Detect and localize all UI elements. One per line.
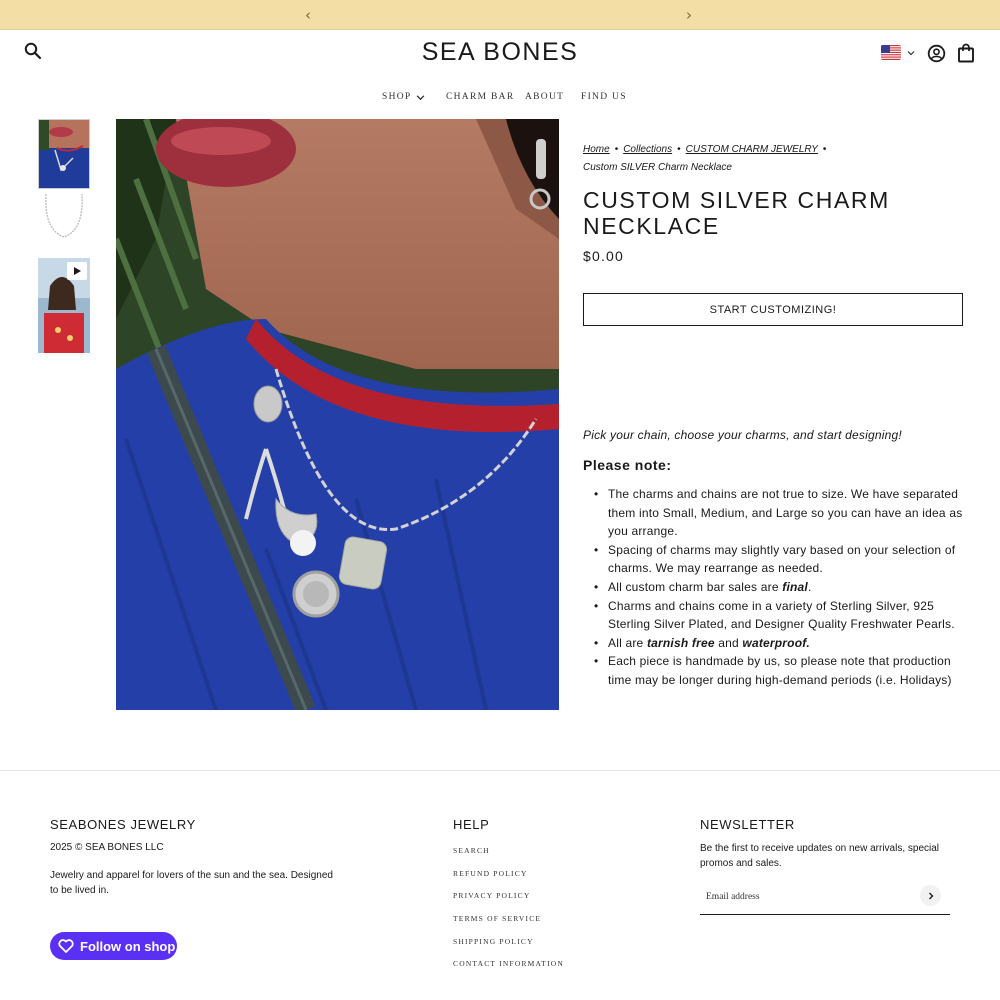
announcement-bar: ‹ › bbox=[0, 0, 1000, 30]
product-thumbnail-2[interactable] bbox=[38, 190, 90, 248]
footer-link-privacy-policy[interactable]: PRIVACY POLICY bbox=[453, 891, 564, 914]
breadcrumb-separator: • bbox=[677, 144, 681, 155]
list-item: The charms and chains are not true to si… bbox=[594, 485, 968, 541]
list-item: Spacing of charms may slightly vary base… bbox=[594, 541, 968, 578]
cart-icon[interactable] bbox=[957, 43, 975, 63]
product-intro: Pick your chain, choose your charms, and… bbox=[583, 428, 902, 442]
breadcrumb-current: Custom SILVER Charm Necklace bbox=[583, 162, 732, 173]
country-selector[interactable] bbox=[881, 45, 915, 60]
note-emphasis: tarnish free bbox=[646, 635, 715, 650]
nav-shop-label: SHOP bbox=[382, 92, 412, 102]
newsletter-description: Be the first to receive updates on new a… bbox=[700, 843, 940, 869]
product-price: $0.00 bbox=[583, 248, 625, 264]
footer-copyright: 2025 © SEA BONES LLC bbox=[50, 842, 164, 853]
footer-link-refund-policy[interactable]: REFUND POLICY bbox=[453, 869, 564, 892]
nav-charm-bar-label: CHARM BAR bbox=[446, 92, 515, 102]
footer-brand-heading: SEABONES JEWELRY bbox=[50, 817, 196, 832]
nav-about[interactable]: ABOUT bbox=[525, 92, 564, 102]
heart-icon bbox=[58, 939, 74, 953]
follow-on-shop-button[interactable]: Follow on shop bbox=[50, 932, 177, 960]
list-item: Charms and chains come in a variety of S… bbox=[594, 597, 968, 634]
footer-divider bbox=[0, 770, 1000, 771]
note-text: Each piece is handmade by us, so please … bbox=[608, 654, 952, 687]
list-item: All are tarnish free and waterproof. bbox=[594, 634, 968, 653]
breadcrumb: Home • Collections • CUSTOM CHARM JEWELRY • C… bbox=[583, 141, 883, 177]
start-customizing-button[interactable]: START CUSTOMIZING! bbox=[583, 293, 963, 326]
note-text: and bbox=[714, 635, 743, 650]
chevron-left-icon[interactable]: ‹ bbox=[305, 6, 311, 24]
footer-link-shipping-policy[interactable]: SHIPPING POLICY bbox=[453, 937, 564, 960]
product-title: CUSTOM SILVER CHARM NECKLACE bbox=[583, 187, 890, 239]
nav-about-label: ABOUT bbox=[525, 92, 565, 102]
note-text: The charms and chains are not true to si… bbox=[608, 487, 963, 539]
breadcrumb-category[interactable]: CUSTOM CHARM JEWELRY bbox=[686, 144, 818, 155]
newsletter-submit-button[interactable] bbox=[920, 885, 941, 906]
breadcrumb-collections[interactable]: Collections bbox=[623, 144, 672, 155]
list-item: All custom charm bar sales are final. bbox=[594, 578, 968, 597]
breadcrumb-home[interactable]: Home bbox=[583, 144, 610, 155]
note-heading: Please note: bbox=[583, 457, 672, 473]
footer-help-links: SEARCH REFUND POLICY PRIVACY POLICY TERM… bbox=[453, 846, 564, 982]
chevron-right-icon[interactable]: › bbox=[686, 6, 692, 24]
logo-text[interactable]: SEA BONES bbox=[422, 38, 579, 66]
footer-about: Jewelry and apparel for lovers of the su… bbox=[50, 870, 333, 896]
email-field[interactable] bbox=[706, 888, 906, 906]
us-flag-icon bbox=[881, 45, 901, 60]
footer-newsletter-heading: NEWSLETTER bbox=[700, 817, 795, 832]
chevron-down-icon bbox=[907, 50, 915, 55]
footer-help-heading: HELP bbox=[453, 817, 490, 832]
note-text: All are bbox=[608, 635, 647, 650]
site-logo: SEA BONES bbox=[0, 38, 1000, 67]
footer-link-contact-information[interactable]: CONTACT INFORMATION bbox=[453, 959, 564, 982]
nav-shop[interactable]: SHOP bbox=[382, 92, 425, 102]
footer-link-terms-of-service[interactable]: TERMS OF SERVICE bbox=[453, 914, 564, 937]
footer-link-search[interactable]: SEARCH bbox=[453, 846, 564, 869]
note-text: Charms and chains come in a variety of S… bbox=[608, 598, 955, 632]
note-list: The charms and chains are not true to si… bbox=[594, 485, 968, 690]
newsletter-form bbox=[700, 882, 950, 915]
chevron-down-icon bbox=[416, 94, 424, 100]
note-text: All custom charm bar sales are bbox=[608, 579, 783, 594]
product-thumbnail-1[interactable] bbox=[38, 119, 90, 189]
account-icon[interactable] bbox=[927, 44, 946, 63]
breadcrumb-separator: • bbox=[614, 144, 619, 155]
play-icon bbox=[67, 262, 87, 280]
nav-find-us[interactable]: FIND US bbox=[581, 92, 627, 102]
note-emphasis: waterproof. bbox=[742, 635, 810, 650]
note-text: Spacing of charms may slightly vary base… bbox=[608, 542, 956, 576]
breadcrumb-separator: • bbox=[822, 144, 827, 155]
product-main-image[interactable] bbox=[116, 119, 559, 710]
chevron-right-icon bbox=[928, 892, 933, 899]
note-text: . bbox=[807, 579, 812, 594]
nav-find-us-label: FIND US bbox=[581, 92, 627, 102]
product-video-thumbnail[interactable] bbox=[38, 258, 90, 353]
nav-charm-bar[interactable]: CHARM BAR bbox=[446, 92, 514, 102]
list-item: Each piece is handmade by us, so please … bbox=[594, 652, 968, 689]
note-emphasis: final bbox=[782, 579, 808, 594]
follow-label: Follow on shop bbox=[80, 938, 176, 954]
